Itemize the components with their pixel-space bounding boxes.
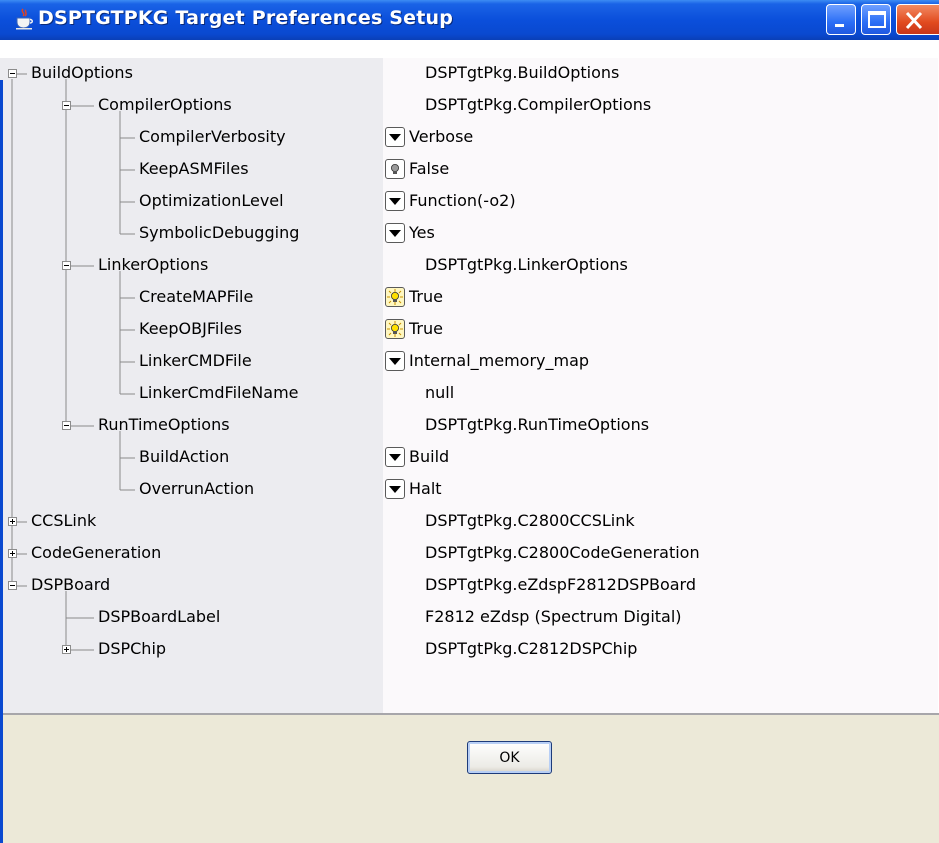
collapse-icon[interactable] [62,421,71,430]
property-value: DSPTgtPkg.C2812DSPChip [425,639,638,658]
title-bar[interactable]: DSPTGTPKG Target Preferences Setup [0,0,939,40]
property-name: CodeGeneration [31,543,162,562]
property-name: BuildAction [139,447,230,466]
property-value[interactable]: Halt [409,479,442,498]
property-value[interactable]: Internal_memory_map [409,351,589,370]
property-value: null [425,383,455,402]
tree-row-keep-obj-files[interactable]: KeepOBJFiles True [0,314,938,346]
property-name: KeepOBJFiles [139,319,242,338]
tree-row-dsp-board-label[interactable]: DSPBoardLabel F2812 eZdsp (Spectrum Digit… [0,602,938,634]
property-name: OverrunAction [139,479,255,498]
window-frame-edge [0,80,3,843]
tree-row-overrun-action[interactable]: OverrunAction Halt [0,474,938,506]
property-value[interactable]: True [409,287,443,306]
dropdown-arrow-icon[interactable] [385,127,405,147]
minimize-button[interactable] [826,4,856,35]
property-name: CompilerVerbosity [139,127,286,146]
tree-row-linker-cmd-file-name[interactable]: LinkerCmdFileName null [0,378,938,410]
tree-row-build-options[interactable]: BuildOptions DSPTgtPkg.BuildOptions [0,58,938,90]
property-name: LinkerCmdFileName [139,383,299,402]
property-value: DSPTgtPkg.C2800CodeGeneration [425,543,700,562]
property-tree[interactable]: BuildOptions DSPTgtPkg.BuildOptions Compil… [0,58,938,753]
tree-row-dsp-chip[interactable]: DSPChip DSPTgtPkg.C2812DSPChip [0,634,938,666]
property-name: RunTimeOptions [98,415,230,434]
dropdown-arrow-icon[interactable] [385,479,405,499]
ok-button[interactable]: OK [467,741,552,774]
close-button[interactable] [896,4,939,35]
property-value: DSPTgtPkg.eZdspF2812DSPBoard [425,575,697,594]
property-name: SymbolicDebugging [139,223,300,242]
property-name: CreateMAPFile [139,287,254,306]
java-cup-icon [14,8,34,30]
property-name: CCSLink [31,511,97,530]
tree-row-ccs-link[interactable]: CCSLink DSPTgtPkg.C2800CCSLink [0,506,938,538]
tree-row-run-time-options[interactable]: RunTimeOptions DSPTgtPkg.RunTimeOptions [0,410,938,442]
property-name: LinkerOptions [98,255,209,274]
tree-row-compiler-options[interactable]: CompilerOptions DSPTgtPkg.CompilerOptions [0,90,938,122]
lightbulb-on-icon[interactable] [385,287,405,307]
window-title: DSPTGTPKG Target Preferences Setup [38,7,454,29]
dropdown-arrow-icon[interactable] [385,191,405,211]
property-value: DSPTgtPkg.CompilerOptions [425,95,652,114]
property-value: DSPTgtPkg.RunTimeOptions [425,415,650,434]
maximize-button[interactable] [861,4,891,35]
property-value[interactable]: False [409,159,449,178]
close-icon [905,11,923,30]
tree-row-build-action[interactable]: BuildAction Build [0,442,938,474]
collapse-icon[interactable] [62,261,71,270]
property-value: DSPTgtPkg.BuildOptions [425,63,620,82]
property-name: CompilerOptions [98,95,232,114]
dropdown-arrow-icon[interactable] [385,447,405,467]
dropdown-arrow-icon[interactable] [385,351,405,371]
property-name: KeepASMFiles [139,159,249,178]
tree-row-optimization-level[interactable]: OptimizationLevel Function(-o2) [0,186,938,218]
property-value: F2812 eZdsp (Spectrum Digital) [425,607,682,626]
tree-row-create-map-file[interactable]: CreateMAPFile True [0,282,938,314]
dialog-content: BuildOptions DSPTgtPkg.BuildOptions Compil… [0,40,939,843]
tree-row-linker-cmd-file[interactable]: LinkerCMDFile Internal_memory_map [0,346,938,378]
property-name: BuildOptions [31,63,133,82]
collapse-icon[interactable] [62,101,71,110]
tree-row-keep-asm-files[interactable]: KeepASMFiles False [0,154,938,186]
tree-row-linker-options[interactable]: LinkerOptions DSPTgtPkg.LinkerOptions [0,250,938,282]
property-value[interactable]: Yes [409,223,435,242]
property-value[interactable]: Verbose [409,127,473,146]
property-value: DSPTgtPkg.LinkerOptions [425,255,628,274]
property-value[interactable]: Function(-o2) [409,191,516,210]
property-name: DSPBoardLabel [98,607,221,626]
expand-icon[interactable] [62,645,71,654]
collapse-icon[interactable] [8,581,17,590]
target-preferences-window: DSPTGTPKG Target Preferences Setup Build… [0,0,939,843]
collapse-icon[interactable] [8,69,17,78]
property-value[interactable]: Build [409,447,449,466]
tree-row-symbolic-debugging[interactable]: SymbolicDebugging Yes [0,218,938,250]
expand-icon[interactable] [8,517,17,526]
property-value[interactable]: True [409,319,443,338]
maximize-icon [868,11,886,28]
property-name: LinkerCMDFile [139,351,252,370]
property-name: DSPChip [98,639,167,658]
property-value: DSPTgtPkg.C2800CCSLink [425,511,635,530]
tree-row-compiler-verbosity[interactable]: CompilerVerbosity Verbose [0,122,938,154]
minimize-icon [835,24,844,27]
dropdown-arrow-icon[interactable] [385,223,405,243]
tree-row-dsp-board[interactable]: DSPBoard DSPTgtPkg.eZdspF2812DSPBoard [0,570,938,602]
tree-row-code-generation[interactable]: CodeGeneration DSPTgtPkg.C2800CodeGenerat… [0,538,938,570]
button-bar: OK [0,713,939,843]
lightbulb-on-icon[interactable] [385,319,405,339]
lightbulb-off-icon[interactable] [385,159,405,179]
expand-icon[interactable] [8,549,17,558]
property-name: OptimizationLevel [139,191,284,210]
property-name: DSPBoard [31,575,111,594]
